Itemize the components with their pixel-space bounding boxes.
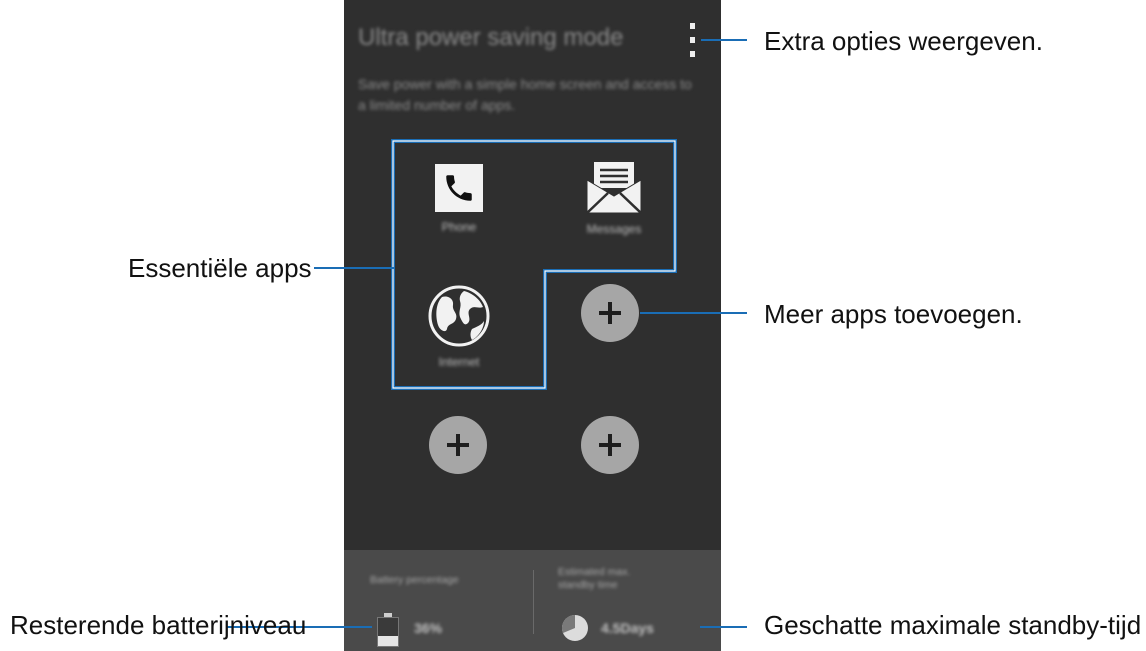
more-options-icon[interactable] (685, 23, 699, 57)
callout-add-apps: Meer apps toevoegen. (764, 299, 1023, 329)
panel-divider (533, 570, 534, 634)
status-panel: Battery percentage 36% Estimated max. st… (344, 550, 721, 651)
callout-more-options: Extra opties weergeven. (764, 26, 1043, 56)
callout-standby-time: Geschatte maximale standby-tijd (764, 610, 1142, 640)
screen-title: Ultra power saving mode (358, 24, 624, 51)
standby-time-value: 4.5Days (601, 620, 654, 636)
callout-line-more-options (701, 39, 747, 41)
callout-line-standby-time (700, 626, 747, 628)
callout-line-essential-apps (314, 267, 394, 269)
callout-essential-apps: Essentiële apps (128, 253, 312, 283)
screen-description: Save power with a simple home screen and… (358, 76, 692, 113)
plus-icon (447, 434, 469, 456)
standby-time-label: Estimated max. standby time (558, 566, 631, 591)
battery-percentage-label: Battery percentage (370, 574, 459, 586)
battery-icon (377, 613, 399, 647)
add-app-button[interactable] (429, 416, 487, 474)
battery-percentage-value: 36% (414, 620, 443, 636)
callout-battery-level: Resterende batterijniveau (10, 610, 307, 640)
plus-icon (599, 434, 621, 456)
pie-clock-icon (562, 615, 588, 641)
callout-line-add-apps (640, 312, 747, 314)
add-app-button[interactable] (581, 416, 639, 474)
essential-apps-highlight (391, 139, 677, 390)
